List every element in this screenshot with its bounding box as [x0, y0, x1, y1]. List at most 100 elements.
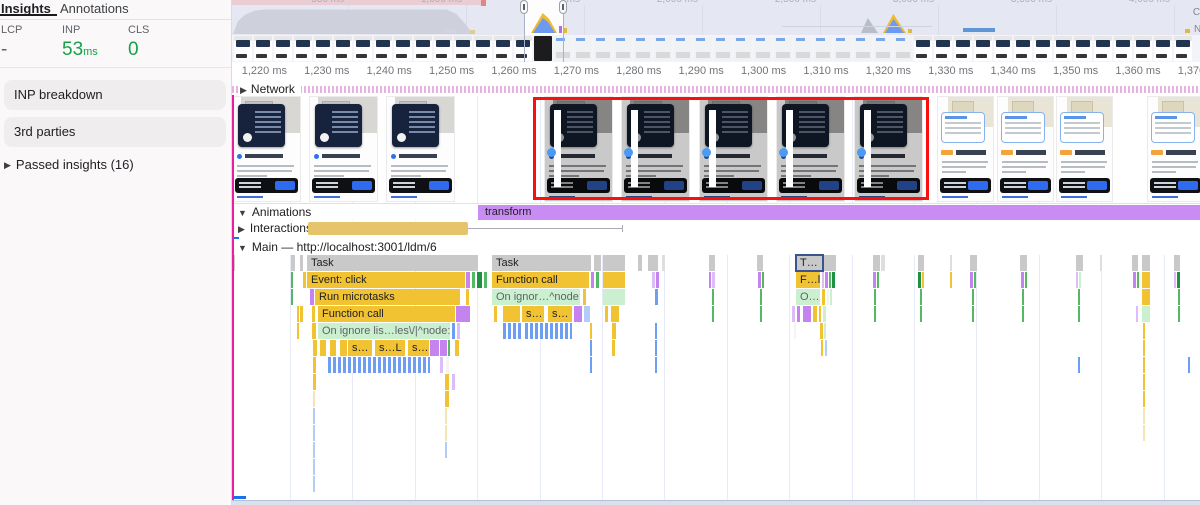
trace-event[interactable] — [455, 340, 459, 356]
mini-screenshot-thumb[interactable] — [954, 36, 972, 61]
trace-event[interactable] — [484, 272, 487, 288]
trace-event[interactable] — [574, 306, 582, 322]
trace-event[interactable] — [1178, 289, 1180, 305]
trace-event[interactable] — [797, 306, 800, 322]
trace-event[interactable] — [1078, 289, 1080, 305]
trace-event[interactable] — [445, 391, 449, 407]
trace-event[interactable] — [583, 289, 586, 305]
trace-event[interactable] — [452, 323, 455, 339]
trace-event[interactable] — [1076, 272, 1078, 288]
trace-event-function-call[interactable]: Function call — [492, 272, 589, 288]
trace-event[interactable] — [313, 476, 315, 492]
trace-event-s-[interactable]: s… — [348, 340, 372, 356]
trace-event[interactable] — [1142, 255, 1150, 271]
passed-insights-expander[interactable]: ▶Passed insights (16) — [4, 157, 134, 172]
trace-event[interactable] — [873, 272, 876, 288]
mini-screenshot-thumb[interactable] — [454, 36, 472, 61]
trace-event[interactable] — [313, 459, 315, 475]
trace-event[interactable] — [1079, 272, 1081, 288]
trace-event[interactable] — [590, 323, 592, 339]
trace-event[interactable] — [1136, 306, 1138, 322]
trace-event[interactable] — [313, 391, 315, 407]
trace-event[interactable] — [525, 323, 572, 339]
trace-event[interactable] — [827, 289, 829, 305]
trace-event[interactable] — [300, 306, 303, 322]
trace-event[interactable] — [918, 272, 921, 288]
trace-event[interactable] — [503, 323, 523, 339]
insight-inp-breakdown[interactable]: INP breakdown — [4, 80, 226, 110]
trace-event[interactable] — [466, 272, 470, 288]
trace-event-o-[interactable]: O… — [796, 289, 820, 305]
trace-event[interactable] — [605, 306, 608, 322]
mini-screenshot-thumb[interactable] — [534, 36, 552, 61]
trace-event[interactable] — [920, 306, 922, 322]
filmstrip-screenshot[interactable] — [387, 97, 454, 201]
trace-event[interactable] — [313, 408, 315, 424]
mini-screenshot-thumb[interactable] — [334, 36, 352, 61]
timeline-overview-minimap[interactable]: 500 ms1,000 ms1,500 ms2,000 ms2,500 ms3,… — [232, 0, 1200, 35]
trace-event[interactable] — [762, 272, 764, 288]
trace-event-s-[interactable]: s… — [408, 340, 429, 356]
trace-event[interactable] — [466, 289, 469, 305]
trace-event[interactable] — [603, 289, 625, 305]
trace-event[interactable] — [1142, 306, 1150, 322]
trace-event[interactable] — [950, 272, 952, 288]
mini-screenshot-thumb[interactable] — [1114, 36, 1132, 61]
trace-event[interactable] — [877, 272, 879, 288]
trace-event[interactable] — [313, 340, 317, 356]
mini-screenshot-thumb[interactable] — [854, 36, 872, 61]
trace-event[interactable] — [445, 374, 449, 390]
trace-event[interactable] — [1178, 306, 1180, 322]
trace-event[interactable] — [822, 272, 824, 288]
trace-event-on-ignor-node-[interactable]: On ignor…^node:) — [492, 289, 580, 305]
mini-screenshot-thumb[interactable] — [594, 36, 612, 61]
trace-event[interactable] — [590, 357, 592, 373]
trace-event[interactable] — [313, 357, 316, 373]
trace-event[interactable] — [824, 323, 826, 339]
mini-screenshot-thumb[interactable] — [1094, 36, 1112, 61]
filmstrip-screenshot[interactable] — [777, 97, 844, 201]
trace-event-run-microtasks[interactable]: Run microtasks — [315, 289, 460, 305]
trace-event[interactable] — [472, 272, 475, 288]
trace-event[interactable] — [312, 323, 316, 339]
mini-screenshot-thumb[interactable] — [634, 36, 652, 61]
mini-screenshot-thumb[interactable] — [234, 36, 252, 61]
mini-screenshot-thumb[interactable] — [1074, 36, 1092, 61]
trace-event-f-l[interactable]: F…l — [796, 272, 820, 288]
trace-event[interactable] — [972, 289, 974, 305]
trace-event[interactable] — [303, 272, 306, 288]
trace-event[interactable] — [320, 340, 326, 356]
trace-event[interactable] — [1174, 272, 1176, 288]
trace-event[interactable] — [918, 255, 924, 271]
trace-event[interactable] — [584, 306, 590, 322]
trace-event[interactable] — [1022, 306, 1024, 322]
animation-transform-bar[interactable]: transform — [478, 205, 1200, 220]
trace-event[interactable] — [313, 442, 315, 458]
trace-event[interactable] — [874, 306, 876, 322]
mini-screenshot-thumb[interactable] — [1034, 36, 1052, 61]
window-left-handle[interactable] — [520, 0, 528, 14]
trace-event[interactable] — [446, 357, 449, 373]
filmstrip-screenshot[interactable] — [1148, 97, 1200, 201]
trace-event[interactable] — [452, 374, 455, 390]
trace-event[interactable] — [1143, 323, 1145, 339]
mini-screenshot-thumb[interactable] — [1174, 36, 1192, 61]
trace-event[interactable] — [1078, 306, 1080, 322]
trace-event[interactable] — [430, 340, 439, 356]
mini-screenshot-thumb[interactable] — [874, 36, 892, 61]
trace-event[interactable] — [792, 306, 795, 322]
trace-event[interactable] — [312, 306, 315, 322]
trace-event[interactable] — [832, 272, 835, 288]
filmstrip-screenshot[interactable] — [998, 97, 1053, 201]
trace-event[interactable] — [1143, 408, 1145, 424]
filmstrip-screenshot[interactable] — [310, 97, 377, 201]
mini-screenshot-thumb[interactable] — [814, 36, 832, 61]
mini-screenshot-thumb[interactable] — [434, 36, 452, 61]
trace-event[interactable] — [297, 306, 299, 322]
mini-screenshot-thumb[interactable] — [514, 36, 532, 61]
trace-event[interactable] — [1076, 255, 1083, 271]
trace-event[interactable] — [1143, 374, 1145, 390]
trace-event[interactable] — [712, 272, 715, 288]
trace-event[interactable] — [1143, 357, 1145, 373]
trace-event[interactable] — [757, 255, 763, 271]
